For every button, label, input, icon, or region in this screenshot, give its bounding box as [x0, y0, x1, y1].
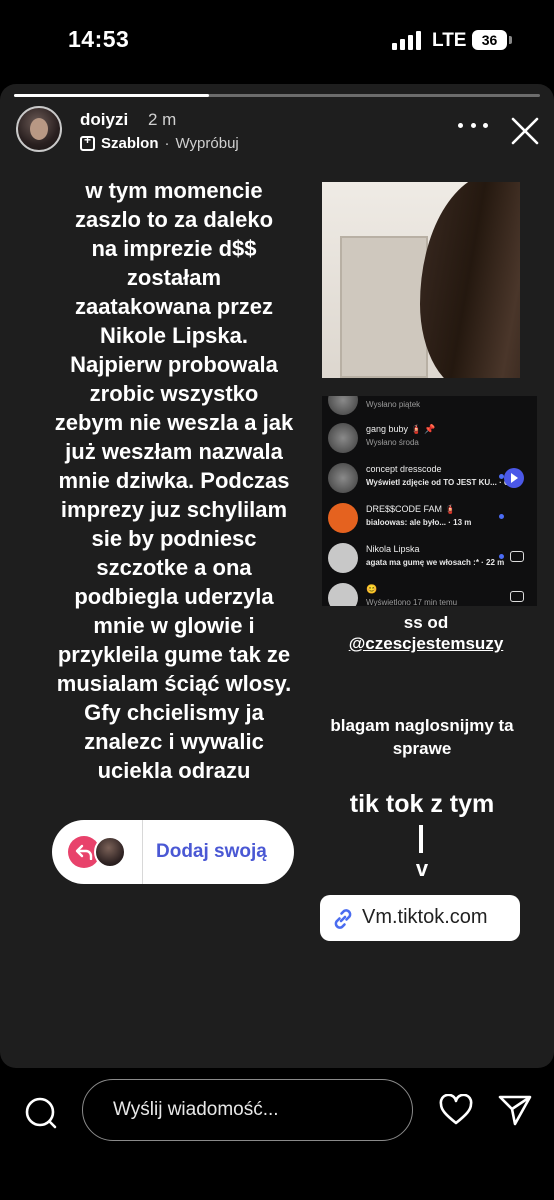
- dm-name: concept dresscode: [366, 464, 442, 474]
- story-progress-bar: [14, 94, 540, 97]
- story-photo: [322, 182, 520, 378]
- bottom-bar: [0, 1068, 554, 1200]
- template-label: Szablon: [101, 135, 159, 152]
- dm-avatar: [328, 543, 358, 573]
- dm-row: Wysłano piątek: [328, 396, 534, 418]
- link-label: Vm.tiktok.com: [362, 906, 488, 928]
- time-ago: 2 m: [148, 110, 177, 129]
- dm-avatar: [328, 503, 358, 533]
- send-icon[interactable]: [498, 1094, 532, 1126]
- dm-row: gang buby 🧯 📌 Wysłano środa: [328, 420, 534, 456]
- dm-name: gang buby 🧯 📌: [366, 424, 436, 434]
- add-yours-avatar: [94, 836, 126, 868]
- dm-avatar: [328, 463, 358, 493]
- message-input[interactable]: [82, 1079, 413, 1141]
- template-row[interactable]: Szablon · Wypróbuj: [80, 133, 239, 152]
- story-progress-fill: [14, 94, 209, 97]
- add-yours-label: Dodaj swoją: [156, 841, 267, 862]
- arrow-label: v: [415, 856, 429, 881]
- heart-icon[interactable]: [438, 1094, 474, 1126]
- unread-dot: [499, 554, 504, 559]
- dm-preview: Wyświetl zdjęcie od TO JEST KU... · 6 m: [366, 478, 518, 487]
- signal-icon: [392, 31, 421, 50]
- dm-avatar: [328, 396, 358, 415]
- camera-icon[interactable]: [24, 1096, 58, 1130]
- dm-row: 😊 Wyświetlono 17 min temu: [328, 580, 534, 606]
- dm-preview: Wysłano środa: [366, 438, 419, 447]
- dm-name: DRE$$CODE FAM 🧯: [366, 504, 456, 514]
- arrow-line: [419, 825, 423, 853]
- username[interactable]: doiyzi: [80, 110, 128, 130]
- dm-screenshot: Wysłano piątek gang buby 🧯 📌 Wysłano środa…: [322, 396, 537, 606]
- battery-icon: 36: [472, 30, 512, 50]
- mention-sticker[interactable]: @czescjestemsuzy: [330, 634, 522, 654]
- dm-name: Nikola Lipska: [366, 544, 420, 554]
- status-bar: 14:53 LTE 36: [0, 0, 554, 84]
- add-yours-divider: [142, 820, 143, 884]
- ss-label: ss od: [403, 613, 449, 632]
- link-sticker[interactable]: Vm.tiktok.com: [320, 895, 520, 941]
- carrier-label: LTE: [432, 30, 467, 51]
- unread-dot: [499, 514, 504, 519]
- status-time: 14:53: [68, 26, 130, 52]
- close-icon[interactable]: [510, 116, 540, 146]
- dm-camera-icon: [510, 591, 524, 602]
- avatar[interactable]: [16, 106, 62, 152]
- plea-text: blagam naglosnijmy ta sprawe: [330, 716, 514, 758]
- dm-preview: bialoowas: ale było... · 13 m: [366, 518, 472, 527]
- dm-name: 😊: [366, 584, 378, 594]
- tiktok-text: tik tok z tym: [349, 790, 495, 818]
- separator-dot: ·: [164, 135, 170, 152]
- dm-play-icon: [504, 468, 524, 488]
- story-main-text: w tym momencie zaszlo to za daleko na im…: [54, 178, 294, 783]
- dm-row: Nikola Lipska agata ma gumę we włosach :*…: [328, 540, 534, 576]
- link-icon: [334, 909, 352, 929]
- template-icon: [80, 133, 95, 151]
- dm-preview: agata ma gumę we włosach :* · 22 m: [366, 558, 505, 567]
- dm-row: concept dresscode Wyświetl zdjęcie od TO …: [328, 460, 534, 496]
- story-card[interactable]: doiyzi 2 m Szablon · Wypróbuj w tym mome…: [0, 84, 554, 1068]
- more-icon[interactable]: [458, 120, 488, 130]
- battery-level: 36: [472, 30, 507, 50]
- dm-preview: Wyświetlono 17 min temu: [366, 598, 458, 606]
- dm-avatar: [328, 583, 358, 606]
- dm-preview: Wysłano piątek: [366, 400, 421, 409]
- battery-tip: [509, 36, 512, 44]
- dm-row: DRE$$CODE FAM 🧯 bialoowas: ale było... · …: [328, 500, 534, 536]
- add-yours-sticker[interactable]: Dodaj swoją: [52, 820, 294, 884]
- dm-camera-icon: [510, 551, 524, 562]
- try-label[interactable]: Wypróbuj: [176, 135, 239, 152]
- dm-avatar: [328, 423, 358, 453]
